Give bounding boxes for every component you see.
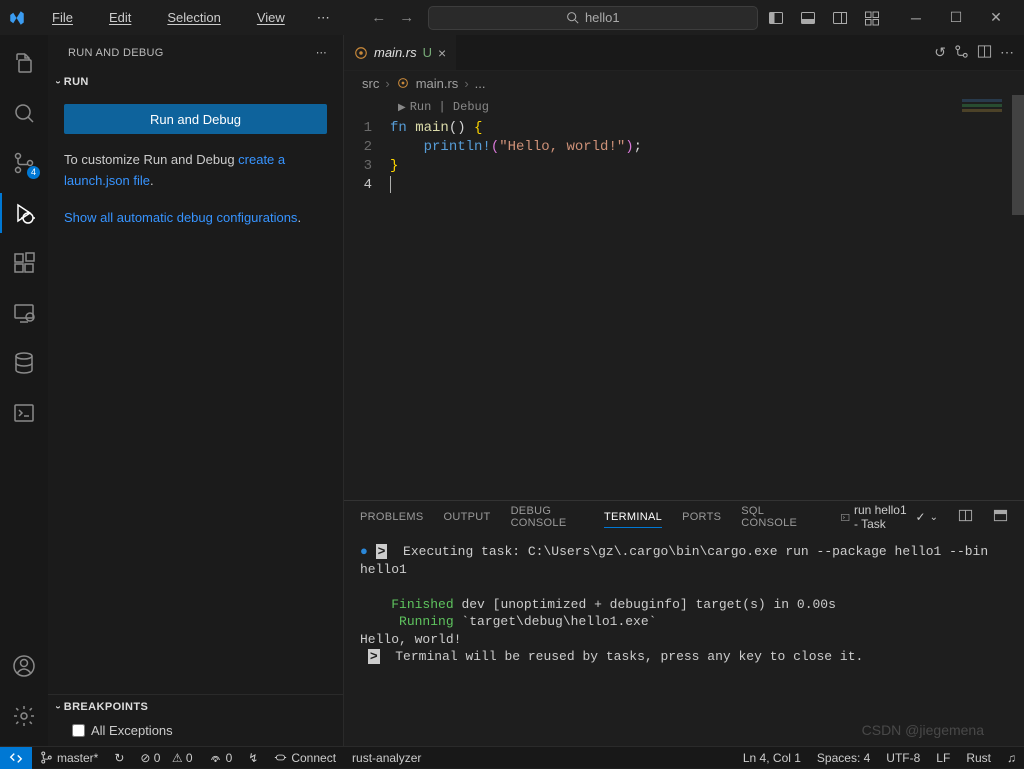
breadcrumb-tail[interactable]: ... [475, 76, 486, 91]
terminal-output[interactable]: ● > Executing task: C:\Users\gz\.cargo\b… [344, 533, 1024, 746]
terminal-tab-icon[interactable] [0, 393, 48, 433]
code-editor[interactable]: ▶Run | Debug 1fn main() { 2 println!("He… [344, 95, 1024, 500]
window-controls: ─ ☐ ✕ [896, 4, 1016, 32]
status-bar: master* ↻ ⊘ 0 ⚠ 0 0 ↯ Connect rust-analy… [0, 746, 1024, 768]
live-share[interactable]: ↯ [240, 747, 266, 769]
eol[interactable]: LF [928, 747, 958, 769]
split-editor-icon[interactable] [977, 44, 992, 62]
nav-arrows: ← → [368, 9, 418, 26]
toggle-panel-icon[interactable] [794, 4, 822, 32]
titlebar: File Edit Selection View ⋯ ← → hello1 ─ … [0, 0, 1024, 35]
menu-more[interactable]: ⋯ [309, 6, 338, 30]
remote-indicator[interactable] [0, 747, 32, 769]
git-sync[interactable]: ↻ [106, 747, 132, 769]
close-tab-icon[interactable]: × [438, 45, 446, 61]
breadcrumb-file[interactable]: main.rs [416, 76, 459, 91]
show-all-configs-link[interactable]: Show all automatic debug configurations [64, 210, 297, 225]
activity-bar: 4 [0, 35, 48, 746]
database-tab-icon[interactable] [0, 343, 48, 383]
sidebar-more-icon[interactable]: ⋯ [316, 46, 327, 59]
extensions-tab-icon[interactable] [0, 243, 48, 283]
menu-selection[interactable]: Selection [151, 6, 236, 30]
bottom-panel: PROBLEMS OUTPUT DEBUG CONSOLE TERMINAL P… [344, 500, 1024, 746]
ports-forwarded[interactable]: 0 [201, 747, 241, 769]
panel-tab-output[interactable]: OUTPUT [444, 507, 491, 527]
customize-layout-icon[interactable] [858, 4, 886, 32]
nav-forward-icon[interactable]: → [396, 9, 418, 26]
panel-tab-terminal[interactable]: TERMINAL [604, 507, 662, 528]
language-mode[interactable]: Rust [958, 747, 999, 769]
indentation[interactable]: Spaces: 4 [809, 747, 878, 769]
menu-file[interactable]: File [36, 6, 89, 30]
vertical-scrollbar[interactable] [1012, 95, 1024, 500]
tab-filename: main.rs [374, 45, 417, 60]
menu-view[interactable]: View [241, 6, 301, 30]
split-terminal-icon[interactable] [958, 508, 973, 526]
remote-explorer-tab-icon[interactable] [0, 293, 48, 333]
command-center[interactable]: hello1 [428, 6, 758, 30]
maximize-button[interactable]: ☐ [936, 4, 976, 32]
maximize-panel-icon[interactable] [993, 508, 1008, 526]
terminal-task-dropdown[interactable]: run hello1 - Task ✓ ⌄ [841, 503, 938, 531]
chevron-down-icon: › [52, 80, 63, 84]
connect-status[interactable]: Connect [266, 747, 344, 769]
codelens-run-debug[interactable]: ▶Run | Debug [344, 97, 1024, 119]
toggle-primary-sidebar-icon[interactable] [762, 4, 790, 32]
panel-tabs: PROBLEMS OUTPUT DEBUG CONSOLE TERMINAL P… [344, 501, 1024, 533]
timeline-icon[interactable]: ↺ [934, 44, 946, 61]
tab-main-rs[interactable]: main.rs U × [344, 35, 457, 70]
menu-edit[interactable]: Edit [93, 6, 147, 30]
encoding[interactable]: UTF-8 [878, 747, 928, 769]
settings-gear-icon[interactable] [0, 696, 48, 736]
cursor-position[interactable]: Ln 4, Col 1 [735, 747, 809, 769]
source-control-tab-icon[interactable]: 4 [0, 143, 48, 183]
panel-tab-sql[interactable]: SQL CONSOLE [741, 501, 801, 533]
text-cursor [390, 176, 391, 193]
search-tab-icon[interactable] [0, 93, 48, 133]
breakpoint-all-exceptions[interactable]: All Exceptions [48, 719, 343, 746]
editor-more-icon[interactable]: ⋯ [1000, 44, 1014, 61]
run-section-header[interactable]: › RUN [48, 70, 343, 94]
chevron-down-icon: › [52, 705, 63, 709]
notifications-icon[interactable]: ♫ [999, 747, 1024, 769]
customize-hint: To customize Run and Debug create a laun… [64, 150, 327, 192]
sidebar-title: RUN AND DEBUG [68, 47, 164, 59]
compare-icon[interactable] [954, 44, 969, 62]
editor-group: main.rs U × ↺ ⋯ src › main.rs › ... ▶Run… [344, 35, 1024, 746]
panel-tab-debug-console[interactable]: DEBUG CONSOLE [511, 501, 584, 533]
run-and-debug-button[interactable]: Run and Debug [64, 104, 327, 134]
rust-file-icon [354, 46, 368, 60]
editor-actions: ↺ ⋯ [934, 35, 1024, 70]
minimize-button[interactable]: ─ [896, 4, 936, 32]
search-icon [566, 11, 579, 24]
git-branch[interactable]: master* [32, 747, 106, 769]
menu-bar: File Edit Selection View ⋯ [36, 6, 338, 30]
rust-analyzer-status[interactable]: rust-analyzer [344, 747, 429, 769]
show-all-configs: Show all automatic debug configurations. [64, 208, 327, 229]
editor-tabs: main.rs U × ↺ ⋯ [344, 35, 1024, 71]
close-button[interactable]: ✕ [976, 4, 1016, 32]
nav-back-icon[interactable]: ← [368, 9, 390, 26]
explorer-tab-icon[interactable] [0, 43, 48, 83]
problems-count[interactable]: ⊘ 0 ⚠ 0 [132, 747, 200, 769]
breadcrumb[interactable]: src › main.rs › ... [344, 71, 1024, 95]
sidebar-header: RUN AND DEBUG ⋯ [48, 35, 343, 70]
chevron-down-icon: ⌄ [930, 512, 938, 523]
search-text: hello1 [585, 10, 620, 25]
breadcrumb-src[interactable]: src [362, 76, 379, 91]
rust-file-icon [396, 76, 410, 91]
accounts-icon[interactable] [0, 646, 48, 686]
check-icon: ✓ [916, 510, 926, 524]
toggle-secondary-sidebar-icon[interactable] [826, 4, 854, 32]
run-debug-tab-icon[interactable] [0, 193, 48, 233]
layout-controls [762, 4, 886, 32]
vscode-logo-icon [8, 9, 26, 27]
panel-tab-problems[interactable]: PROBLEMS [360, 507, 424, 527]
run-debug-sidebar: RUN AND DEBUG ⋯ › RUN Run and Debug To c… [48, 35, 344, 746]
tab-git-status: U [423, 45, 432, 60]
breakpoints-section-header[interactable]: › BREAKPOINTS [48, 695, 343, 719]
breakpoint-checkbox[interactable] [72, 724, 85, 737]
panel-tab-ports[interactable]: PORTS [682, 507, 721, 527]
scm-badge: 4 [27, 166, 40, 179]
